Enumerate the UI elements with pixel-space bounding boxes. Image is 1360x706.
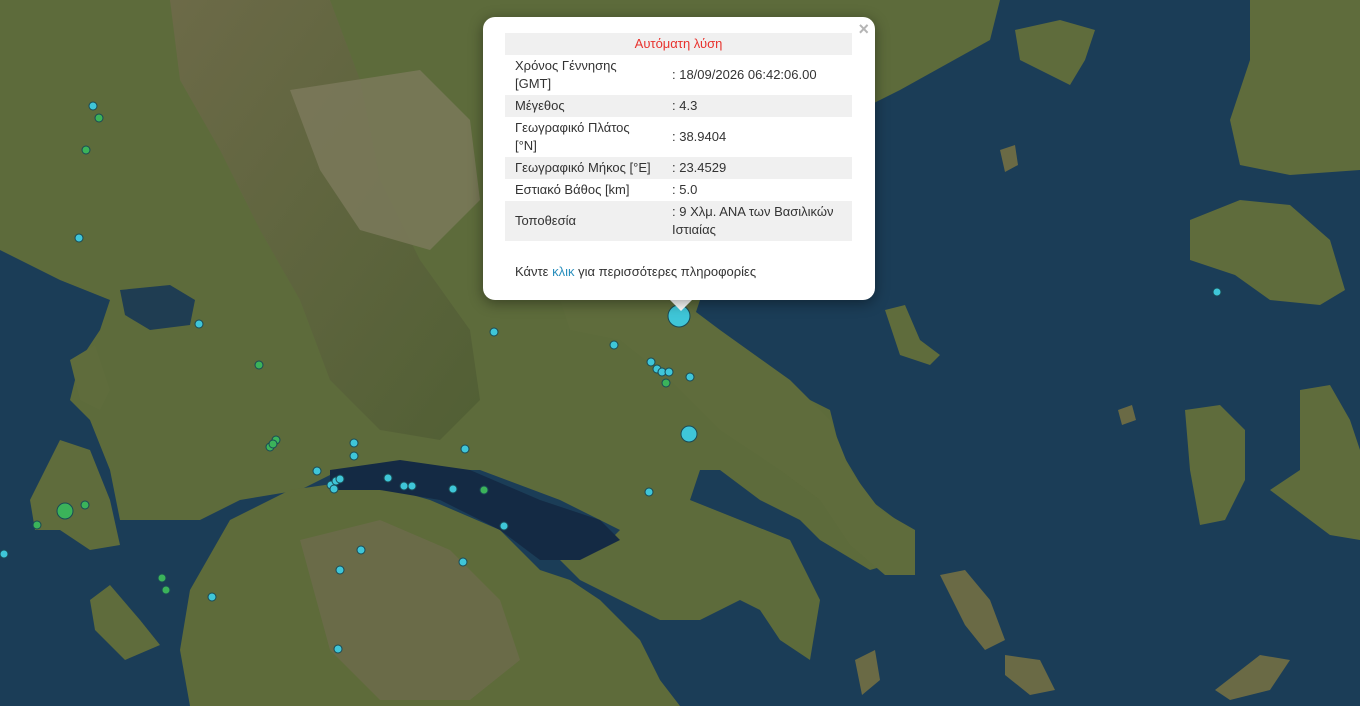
earthquake-marker-automatic[interactable] [312, 466, 322, 476]
more-info-prefix: Κάντε [515, 264, 549, 279]
earthquake-marker-manual[interactable] [161, 585, 171, 595]
earthquake-marker-automatic[interactable] [329, 484, 339, 494]
location-label: Τοποθεσία [505, 201, 662, 241]
earthquake-marker-manual[interactable] [81, 145, 91, 155]
popup-tip [669, 299, 693, 311]
origin-time-label: Χρόνος Γέννησης [GMT] [515, 58, 617, 91]
earthquake-marker-manual[interactable] [661, 378, 671, 388]
earthquake-marker-automatic[interactable] [194, 319, 204, 329]
earthquake-marker-manual[interactable] [157, 573, 167, 583]
earthquake-marker-automatic[interactable] [335, 565, 345, 575]
earthquake-marker-automatic[interactable] [74, 233, 84, 243]
earthquake-marker-automatic[interactable] [609, 340, 619, 350]
earthquake-marker-manual[interactable] [94, 113, 104, 123]
table-row: Γεωγραφικό Πλάτος [°N] : 38.9404 [505, 117, 852, 157]
depth-label: Εστιακό Βάθος [km] [515, 182, 630, 197]
earthquake-marker-automatic[interactable] [356, 545, 366, 555]
earthquake-marker-automatic[interactable] [644, 487, 654, 497]
earthquake-marker-automatic[interactable] [0, 549, 9, 559]
earthquake-marker-automatic[interactable] [399, 481, 409, 491]
latitude-label: Γεωγραφικό Πλάτος [°N] [515, 120, 630, 153]
earthquake-marker-automatic[interactable] [333, 644, 343, 654]
latitude-value: : 38.9404 [672, 129, 727, 144]
earthquake-marker-manual[interactable] [479, 485, 489, 495]
earthquake-marker-automatic[interactable] [407, 481, 417, 491]
earthquake-marker-automatic[interactable] [1212, 287, 1222, 297]
close-icon[interactable]: × [858, 20, 869, 38]
earthquake-marker-automatic[interactable] [458, 557, 468, 567]
status-row: Αυτόματη λύση [505, 33, 852, 55]
more-info-link[interactable]: κλικ [552, 264, 574, 279]
earthquake-marker-manual[interactable] [268, 439, 278, 449]
earthquake-marker-automatic[interactable] [335, 474, 345, 484]
table-row: Χρόνος Γέννησης [GMT] : 18/09/2026 06:42… [505, 55, 852, 95]
origin-time-value: : 18/09/2026 06:42:06.00 [672, 67, 817, 82]
magnitude-value: : 4.3 [662, 95, 852, 117]
earthquake-marker-automatic[interactable] [349, 438, 359, 448]
depth-value: : 5.0 [672, 182, 698, 197]
earthquake-marker-automatic[interactable] [207, 592, 217, 602]
earthquake-marker-manual[interactable] [56, 502, 74, 520]
longitude-label: Γεωγραφικό Μήκος [°E] [505, 157, 662, 179]
more-info-text: Κάντε κλικ για περισσότερες πληροφορίες [515, 264, 756, 279]
magnitude-label: Μέγεθος [505, 95, 662, 117]
earthquake-marker-automatic[interactable] [460, 444, 470, 454]
table-row: Γεωγραφικό Μήκος [°E] : 23.4529 [505, 157, 852, 179]
table-row: Μέγεθος : 4.3 [505, 95, 852, 117]
solution-status: Αυτόματη λύση [505, 33, 852, 55]
earthquake-marker-automatic[interactable] [664, 367, 674, 377]
earthquake-marker-automatic[interactable] [383, 473, 393, 483]
location-value: : 9 Χλμ. ΑΝΑ των Βασιλικών Ιστιαίας [662, 201, 852, 241]
earthquake-marker-manual[interactable] [32, 520, 42, 530]
table-row: Εστιακό Βάθος [km] : 5.0 [505, 179, 852, 201]
earthquake-popup: × Αυτόματη λύση Χρόνος Γέννησης [GMT] : … [483, 17, 875, 300]
earthquake-marker-automatic[interactable] [680, 425, 698, 443]
longitude-value: : 23.4529 [662, 157, 852, 179]
earthquake-marker-manual[interactable] [254, 360, 264, 370]
earthquake-details-table: Αυτόματη λύση Χρόνος Γέννησης [GMT] : 18… [505, 33, 852, 241]
earthquake-marker-manual[interactable] [80, 500, 90, 510]
earthquake-marker-automatic[interactable] [448, 484, 458, 494]
more-info-suffix: για περισσότερες πληροφορίες [578, 264, 757, 279]
earthquake-marker-automatic[interactable] [685, 372, 695, 382]
earthquake-marker-automatic[interactable] [349, 451, 359, 461]
table-row: Τοποθεσία : 9 Χλμ. ΑΝΑ των Βασιλικών Ιστ… [505, 201, 852, 241]
earthquake-marker-automatic[interactable] [499, 521, 509, 531]
earthquake-marker-automatic[interactable] [88, 101, 98, 111]
earthquake-marker-automatic[interactable] [489, 327, 499, 337]
earthquake-marker-automatic[interactable] [646, 357, 656, 367]
